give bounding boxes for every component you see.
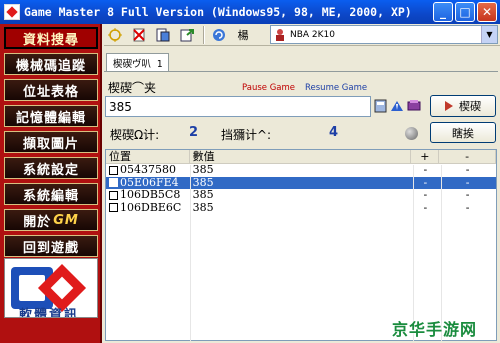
sidebar-item-label: 機械碼追蹤 — [15, 58, 86, 74]
column-header-plus[interactable]: + — [411, 150, 440, 164]
row-checkbox[interactable] — [109, 178, 118, 188]
minus-cell[interactable]: - — [439, 177, 496, 190]
table-row[interactable]: 05E06FE4 385 - - — [106, 176, 496, 190]
wand-icon[interactable] — [104, 25, 126, 45]
value-cell: 385 — [192, 201, 214, 214]
column-divider — [441, 165, 442, 341]
calculator-icon[interactable] — [373, 98, 389, 114]
resume-game-hint: Resume Game — [305, 83, 368, 93]
sidebar-item-label: 資料搜尋 — [22, 32, 79, 48]
found-count-label: 楔碶Ω计: — [110, 128, 160, 142]
minus-cell[interactable]: - — [439, 164, 496, 177]
window-title: Game Master 8 Full Version (Windows95, 9… — [24, 5, 412, 19]
plus-cell[interactable]: - — [411, 164, 439, 177]
sidebar-item-return-game[interactable]: 回到遊戲 — [4, 235, 98, 257]
address-cell: 106DB5C8 — [106, 189, 190, 202]
plus-cell[interactable]: - — [411, 177, 439, 190]
sidebar-item-code-trace[interactable]: 機械碼追蹤 — [4, 53, 98, 75]
results-table: 位置 數值 + - 05437580 385- -05E06FE4 385- -106D… — [105, 149, 497, 341]
sidebar-item-label: 擷取圖片 — [22, 136, 79, 152]
tab-label: 楔碶ヴ叭 1 — [113, 59, 163, 70]
table-row[interactable]: 106DB5C8 385 - - — [106, 189, 496, 202]
status-indicator — [405, 127, 418, 140]
search-value-input[interactable]: 385 — [105, 96, 371, 117]
sidebar-item-label: 位址表格 — [22, 84, 79, 100]
toolbar-text-label: 楊 — [237, 28, 249, 42]
sidebar-item-label: 開於 — [23, 214, 52, 230]
minus-cell[interactable]: - — [439, 189, 496, 202]
row-checkbox[interactable] — [109, 165, 118, 175]
action-button[interactable]: 瞎挨 — [430, 122, 496, 143]
pause-icon[interactable] — [389, 98, 405, 114]
toolbar-separator — [203, 25, 205, 44]
address-cell: 05E06FE4 — [106, 177, 190, 190]
value-cell: 385 — [192, 189, 214, 201]
sidebar-item-address-table[interactable]: 位址表格 — [4, 79, 98, 101]
app-icon — [4, 4, 20, 20]
pause-game-hint: Pause Game — [242, 83, 296, 93]
close-button[interactable]: ✕ — [477, 2, 497, 22]
toolbar: 楊 NBA 2K10 ▼ — [104, 24, 500, 46]
action-button-label: 瞎挨 — [452, 126, 474, 140]
refresh-icon[interactable] — [208, 25, 230, 45]
plus-cell[interactable]: - — [411, 189, 439, 202]
minimize-button[interactable]: _ — [433, 2, 453, 22]
column-header-minus[interactable]: - — [439, 150, 496, 164]
logo-label: 軟體資訊 — [19, 308, 80, 318]
value-cell: 385 — [192, 176, 214, 189]
sidebar-item-system-settings[interactable]: 系統設定 — [4, 157, 98, 179]
gm-badge: GM — [53, 212, 79, 228]
table-row[interactable]: 05437580 385 - - — [106, 164, 496, 177]
search-button-label: 楔碶 — [459, 100, 481, 113]
search-button[interactable]: 楔碶 — [430, 95, 496, 117]
column-divider — [413, 165, 414, 341]
row-checkbox[interactable] — [109, 190, 118, 200]
window-controls: _ □ ✕ — [433, 2, 497, 22]
sidebar-item-system-edit[interactable]: 系統編輯 — [4, 183, 98, 205]
column-divider — [190, 165, 191, 341]
table-row[interactable]: 106DBE6C 385 - - — [106, 202, 496, 215]
address-cell: 05437580 — [106, 164, 190, 177]
maximize-button[interactable]: □ — [455, 2, 475, 22]
toolbar-text-button[interactable]: 楊 — [232, 25, 254, 45]
tab-search-1[interactable]: 楔碶ヴ叭 1 — [106, 53, 170, 72]
sidebar-item-label: 系統設定 — [22, 162, 79, 178]
scan-count-value: 4 — [329, 125, 339, 140]
address-text: 106DBE6C — [120, 201, 182, 214]
table-header: 位置 數值 + - — [106, 150, 496, 164]
found-count-value: 2 — [189, 125, 199, 140]
sidebar-item-label: 記憶體編輯 — [15, 110, 86, 126]
sidebar-item-memory-edit[interactable]: 記憶體編輯 — [4, 105, 98, 127]
column-header-value[interactable]: 數值 — [190, 150, 412, 164]
game-select-value: NBA 2K10 — [290, 29, 336, 40]
sidebar-item-capture-image[interactable]: 擷取圖片 — [4, 131, 98, 153]
document-icon[interactable] — [152, 25, 174, 45]
plus-cell[interactable]: - — [411, 202, 439, 215]
chevron-down-icon[interactable]: ▼ — [481, 26, 497, 43]
address-text: 05437580 — [120, 164, 176, 176]
minus-cell[interactable]: - — [439, 202, 496, 215]
address-text: 05E06FE4 — [120, 176, 179, 189]
value-cell: 385 — [192, 164, 214, 176]
row-checkbox[interactable] — [109, 203, 118, 213]
scan-count-label: 挡獼计^: — [221, 128, 272, 142]
gm-logo: 軟體資訊 — [4, 258, 98, 318]
sidebar-item-label: 回到遊戲 — [22, 240, 79, 256]
delete-icon[interactable] — [128, 25, 150, 45]
sidebar-item-label: 系統編輯 — [22, 188, 79, 204]
column-header-address[interactable]: 位置 — [106, 150, 190, 164]
address-text: 106DB5C8 — [120, 189, 181, 201]
sidebar-item-data-search[interactable]: 資料搜尋 — [4, 27, 98, 49]
player-icon — [276, 28, 284, 41]
export-icon[interactable] — [176, 25, 198, 45]
game-select[interactable]: NBA 2K10 ▼ — [270, 25, 498, 44]
resume-icon[interactable] — [406, 98, 422, 114]
play-icon — [445, 101, 453, 111]
title-bar: Game Master 8 Full Version (Windows95, 9… — [0, 0, 500, 24]
sidebar-item-about-gm[interactable]: 開於 GM — [4, 209, 98, 231]
address-cell: 106DBE6C — [106, 202, 190, 215]
value-label: 楔碶⌒夹 — [108, 81, 157, 95]
table-body: 05437580 385- -05E06FE4 385- -106DB5C8 385- -1… — [106, 164, 496, 214]
watermark: 京华手游网 — [392, 320, 478, 339]
